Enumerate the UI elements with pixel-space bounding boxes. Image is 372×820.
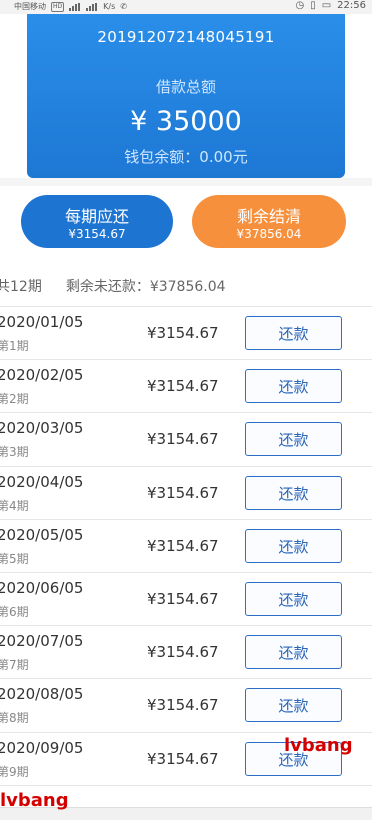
- installment-date: 2020/03/05: [0, 419, 84, 438]
- signal-icon-2: [86, 2, 98, 11]
- installment-date: 2020/05/05: [0, 525, 84, 544]
- clock: 22:56: [337, 0, 366, 11]
- installment-row: 2020/08/05 第8期 ¥3154.67 还款: [0, 679, 372, 733]
- order-number: 201912072148045191: [97, 28, 275, 46]
- installment-row: 2020/07/05 第7期 ¥3154.67 还款: [0, 626, 372, 680]
- installment-amount: ¥3154.67: [147, 749, 219, 768]
- repayment-summary: 共12期 剩余未还款：¥37856.04: [0, 276, 226, 296]
- settle-remaining-button[interactable]: 剩余结清 ¥37856.04: [192, 195, 346, 248]
- installment-row: 2020/02/05 第2期 ¥3154.67 还款: [0, 360, 372, 414]
- phone-icon: ✆: [120, 2, 127, 11]
- carrier-name: 中国移动: [14, 2, 46, 11]
- battery-icon: ▭: [321, 0, 332, 11]
- alarm-icon: ◷: [295, 0, 305, 11]
- per-period-amount: ¥3154.67: [68, 227, 126, 241]
- total-periods: 共12期: [0, 279, 42, 295]
- installment-period: 第1期: [0, 339, 29, 353]
- installment-date: 2020/02/05: [0, 366, 84, 385]
- loan-header-card: 201912072148045191 借款总额 ¥ 35000 钱包余额：0.0…: [27, 14, 345, 178]
- installment-period: 第3期: [0, 445, 29, 460]
- installment-row: 2020/06/05 第6期 ¥3154.67 还款: [0, 573, 372, 627]
- loan-total-amount: ¥ 35000: [130, 106, 242, 137]
- installment-amount: ¥3154.67: [147, 430, 219, 449]
- repay-button[interactable]: 还款: [245, 528, 342, 563]
- installment-amount: ¥3154.67: [147, 324, 219, 342]
- loan-total-label: 借款总额: [155, 78, 216, 96]
- installment-date: 2020/08/05: [0, 685, 84, 704]
- installment-period: 第4期: [0, 498, 29, 513]
- installment-amount: ¥3154.67: [147, 643, 219, 662]
- installment-period: 第7期: [0, 658, 29, 673]
- installment-date: 2020/04/05: [0, 472, 84, 491]
- network-speed: K/s: [103, 2, 116, 11]
- repay-button[interactable]: 还款: [245, 369, 342, 404]
- signal-icon: [69, 2, 81, 11]
- installment-period: 第5期: [0, 551, 29, 566]
- installment-row: 2020/04/05 第4期 ¥3154.67 还款: [0, 467, 372, 520]
- installment-period: 第9期: [0, 764, 29, 779]
- installment-row: 2020/05/05 第5期 ¥3154.67 还款: [0, 520, 372, 573]
- per-period-repay-button[interactable]: 每期应还 ¥3154.67: [21, 195, 173, 248]
- installment-date: 2020/06/05: [0, 578, 84, 597]
- installment-amount: ¥3154.67: [147, 589, 219, 608]
- settle-remaining-amount: ¥37856.04: [236, 227, 302, 241]
- watermark-logo: lvbang: [284, 735, 353, 756]
- installment-date: 2020/01/05: [0, 313, 84, 331]
- installment-date: 2020/09/05: [0, 738, 84, 757]
- vibrate-icon: ▯: [310, 0, 316, 11]
- installment-period: 第6期: [0, 604, 29, 619]
- installment-amount: ¥3154.67: [147, 536, 219, 555]
- repay-button[interactable]: 还款: [245, 316, 342, 350]
- installment-amount: ¥3154.67: [147, 696, 219, 715]
- repay-button[interactable]: 还款: [245, 688, 342, 723]
- section-divider: [0, 178, 372, 186]
- installment-amount: ¥3154.67: [147, 483, 219, 502]
- status-bar: 中国移动 HD K/s ✆ ◷ ▯ ▭ 22:56: [0, 0, 372, 14]
- repay-button[interactable]: 还款: [245, 635, 342, 670]
- remaining-unpaid: 剩余未还款：¥37856.04: [65, 279, 226, 295]
- hd-badge: HD: [51, 1, 65, 12]
- repay-button[interactable]: 还款: [245, 475, 342, 510]
- settle-remaining-label: 剩余结清: [236, 207, 301, 226]
- installment-date: 2020/07/05: [0, 632, 84, 651]
- per-period-label: 每期应还: [64, 207, 129, 226]
- wallet-balance: 钱包余额：0.00元: [124, 148, 248, 166]
- installment-period: 第2期: [0, 392, 29, 407]
- installment-list: 2020/01/05 第1期 ¥3154.67 还款 2020/02/05 第2期 ¥315…: [0, 307, 372, 786]
- installment-amount: ¥3154.67: [147, 377, 219, 396]
- installment-period: 第8期: [0, 711, 29, 726]
- installment-row: 2020/01/05 第1期 ¥3154.67 还款: [0, 307, 372, 361]
- watermark-logo: lvbang: [0, 790, 69, 811]
- repay-button[interactable]: 还款: [245, 581, 342, 616]
- repay-button[interactable]: 还款: [245, 422, 342, 457]
- installment-row: 2020/03/05 第3期 ¥3154.67 还款: [0, 413, 372, 467]
